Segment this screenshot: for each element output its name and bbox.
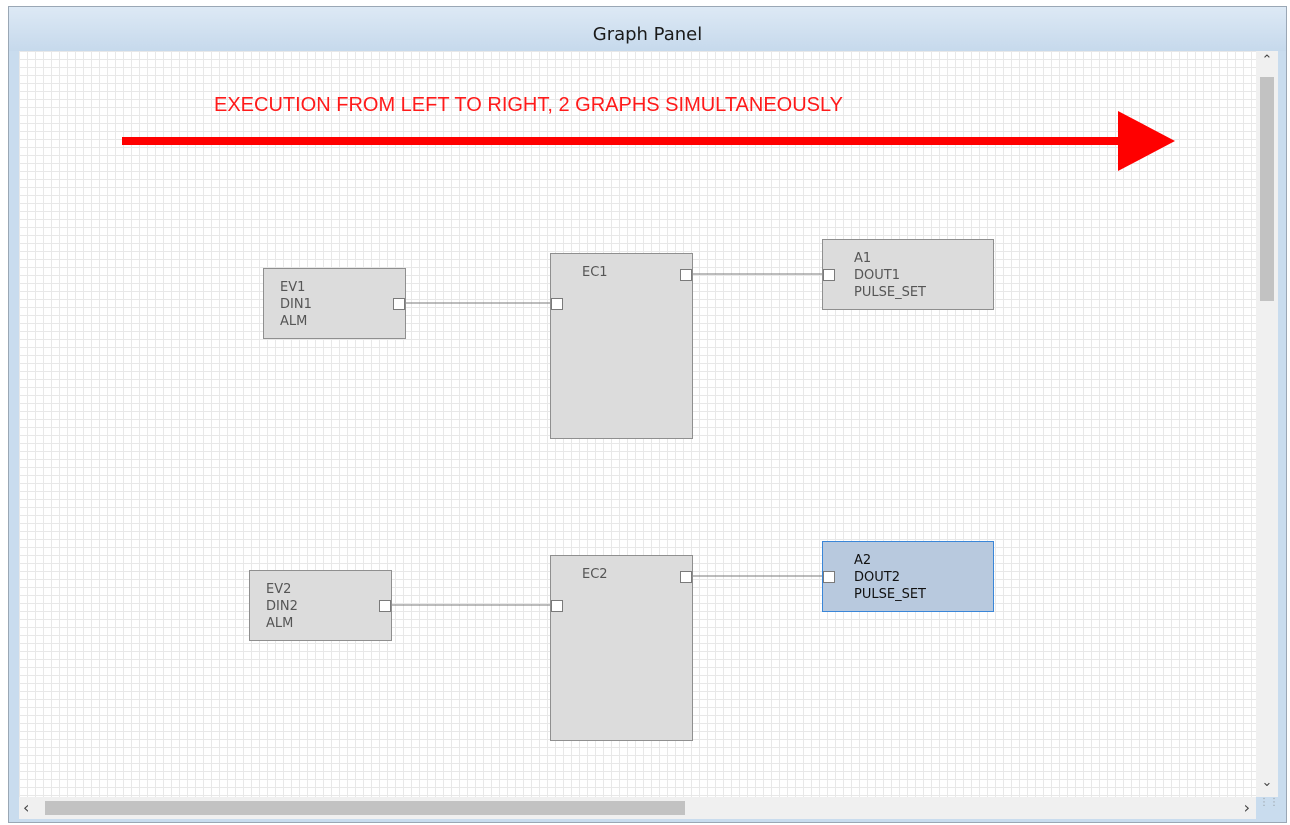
action-node-type: PULSE_SET: [854, 285, 926, 300]
controller-node-label: EC2: [582, 567, 608, 582]
chevron-right-icon[interactable]: ›: [1244, 798, 1250, 817]
input-port[interactable]: [823, 269, 835, 281]
input-port[interactable]: [551, 600, 563, 612]
event-node-name: EV2: [266, 582, 292, 597]
chevron-down-icon[interactable]: ⌄: [1256, 775, 1278, 795]
event-node-type: ALM: [266, 616, 294, 631]
resize-grip-icon[interactable]: ⋮⋮: [1259, 798, 1279, 818]
event-node-name: EV1: [280, 280, 306, 295]
vertical-scroll-thumb[interactable]: [1260, 77, 1274, 301]
controller-node-ec2[interactable]: EC2: [550, 555, 693, 741]
output-port[interactable]: [379, 600, 391, 612]
graph-panel-window: Graph Panel EXECUTION FROM LEFT TO RIGHT…: [8, 6, 1287, 823]
horizontal-scrollbar[interactable]: ‹ ›: [19, 797, 1256, 819]
input-port[interactable]: [551, 298, 563, 310]
execution-arrow-icon: [122, 111, 1175, 171]
output-port[interactable]: [393, 298, 405, 310]
controller-node-label: EC1: [582, 265, 608, 280]
action-node-name: A1: [854, 251, 872, 266]
output-port[interactable]: [680, 571, 692, 583]
event-node-ev1[interactable]: EV1 DIN1 ALM: [263, 268, 406, 339]
action-node-name: A2: [854, 553, 872, 568]
title-bar[interactable]: Graph Panel: [9, 7, 1286, 51]
horizontal-scroll-thumb[interactable]: [45, 801, 685, 815]
window-title: Graph Panel: [592, 24, 703, 45]
action-node-a1[interactable]: A1 DOUT1 PULSE_SET: [822, 239, 994, 310]
chevron-left-icon[interactable]: ‹: [23, 798, 29, 817]
action-node-a2[interactable]: A2 DOUT2 PULSE_SET: [822, 541, 994, 612]
input-port[interactable]: [823, 571, 835, 583]
action-node-type: PULSE_SET: [854, 587, 926, 602]
action-node-output: DOUT1: [854, 268, 900, 283]
event-node-input: DIN1: [280, 297, 312, 312]
vertical-scrollbar[interactable]: ⌃ ⌄: [1256, 51, 1278, 797]
controller-node-ec1[interactable]: EC1: [550, 253, 693, 439]
action-node-output: DOUT2: [854, 570, 900, 585]
event-node-input: DIN2: [266, 599, 298, 614]
event-node-ev2[interactable]: EV2 DIN2 ALM: [249, 570, 392, 641]
chevron-up-icon[interactable]: ⌃: [1256, 53, 1278, 73]
event-node-type: ALM: [280, 314, 308, 329]
graph-canvas[interactable]: EXECUTION FROM LEFT TO RIGHT, 2 GRAPHS S…: [19, 51, 1256, 797]
output-port[interactable]: [680, 269, 692, 281]
